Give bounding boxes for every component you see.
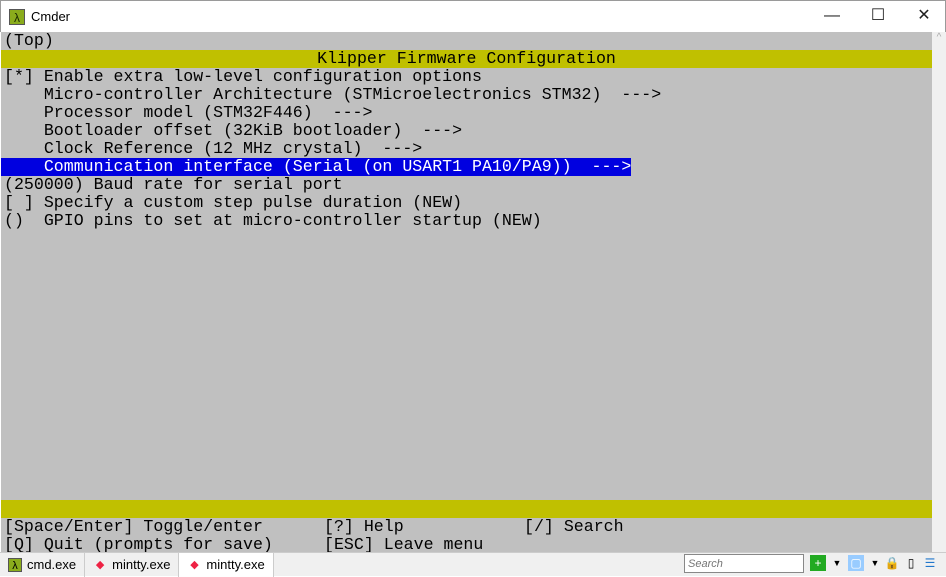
footer-bar	[1, 500, 932, 518]
tab-mintty-1[interactable]: ◆ mintty.exe	[85, 552, 180, 577]
tab-label: mintty.exe	[206, 557, 265, 572]
git-icon: ◆	[95, 558, 105, 571]
tab-bar: λ cmd.exe ◆ mintty.exe ◆ mintty.exe	[0, 552, 946, 577]
console-list-icon[interactable]: ▢	[848, 555, 864, 571]
maximize-button[interactable]: ☐	[855, 1, 901, 31]
menu-item[interactable]: Communication interface (Serial (on USAR…	[1, 158, 632, 176]
tab-label: mintty.exe	[112, 557, 171, 572]
tab-mintty-2[interactable]: ◆ mintty.exe	[179, 552, 274, 577]
title-bar: λ Cmder — ☐ ✕	[0, 0, 946, 32]
menu-item[interactable]: [*] Enable extra low-level configuration…	[4, 68, 482, 86]
new-console-icon[interactable]: +	[810, 555, 826, 571]
window-title: Cmder	[31, 9, 71, 24]
menu-item[interactable]: [ ] Specify a custom step pulse duration…	[4, 194, 462, 212]
help-key-help: [?] Help	[324, 517, 404, 536]
menu-item[interactable]: Micro-controller Architecture (STMicroel…	[4, 86, 661, 104]
breadcrumb: (Top)	[4, 32, 54, 50]
close-button[interactable]: ✕	[901, 1, 946, 31]
lock-icon[interactable]: 🔒	[884, 555, 900, 571]
menu-item[interactable]: Clock Reference (12 MHz crystal) --->	[4, 140, 422, 158]
split-icon[interactable]: ▯	[903, 555, 919, 571]
git-icon: ◆	[190, 558, 199, 571]
help-key-quit: [Q] Quit (prompts for save)	[4, 535, 273, 553]
chevron-down-icon[interactable]: ▼	[867, 555, 883, 571]
help-key-toggle: [Space/Enter] Toggle/enter	[4, 517, 263, 536]
chevron-down-icon[interactable]: ▼	[829, 555, 845, 571]
menu-header: Klipper Firmware Configuration	[1, 50, 932, 68]
terminal[interactable]: (Top) Klipper Firmware Configuration [*]…	[1, 32, 932, 552]
tab-cmd[interactable]: λ cmd.exe	[0, 552, 86, 577]
lambda-icon: λ	[8, 557, 22, 572]
search-input[interactable]	[684, 554, 804, 573]
lambda-icon: λ	[9, 8, 25, 25]
menu-item[interactable]: (250000) Baud rate for serial port	[4, 176, 343, 194]
scrollbar[interactable]: ^	[932, 32, 946, 552]
tab-label: cmd.exe	[27, 557, 77, 572]
help-key-search: [/] Search	[524, 517, 624, 536]
menu-item[interactable]: () GPIO pins to set at micro-controller …	[4, 212, 542, 230]
menu-icon[interactable]: ☰	[922, 555, 938, 571]
menu-item[interactable]: Bootloader offset (32KiB bootloader) ---…	[4, 122, 462, 140]
menu-item[interactable]: Processor model (STM32F446) --->	[4, 104, 373, 122]
help-key-leave: [ESC] Leave menu	[324, 535, 484, 553]
minimize-button[interactable]: —	[809, 1, 855, 31]
